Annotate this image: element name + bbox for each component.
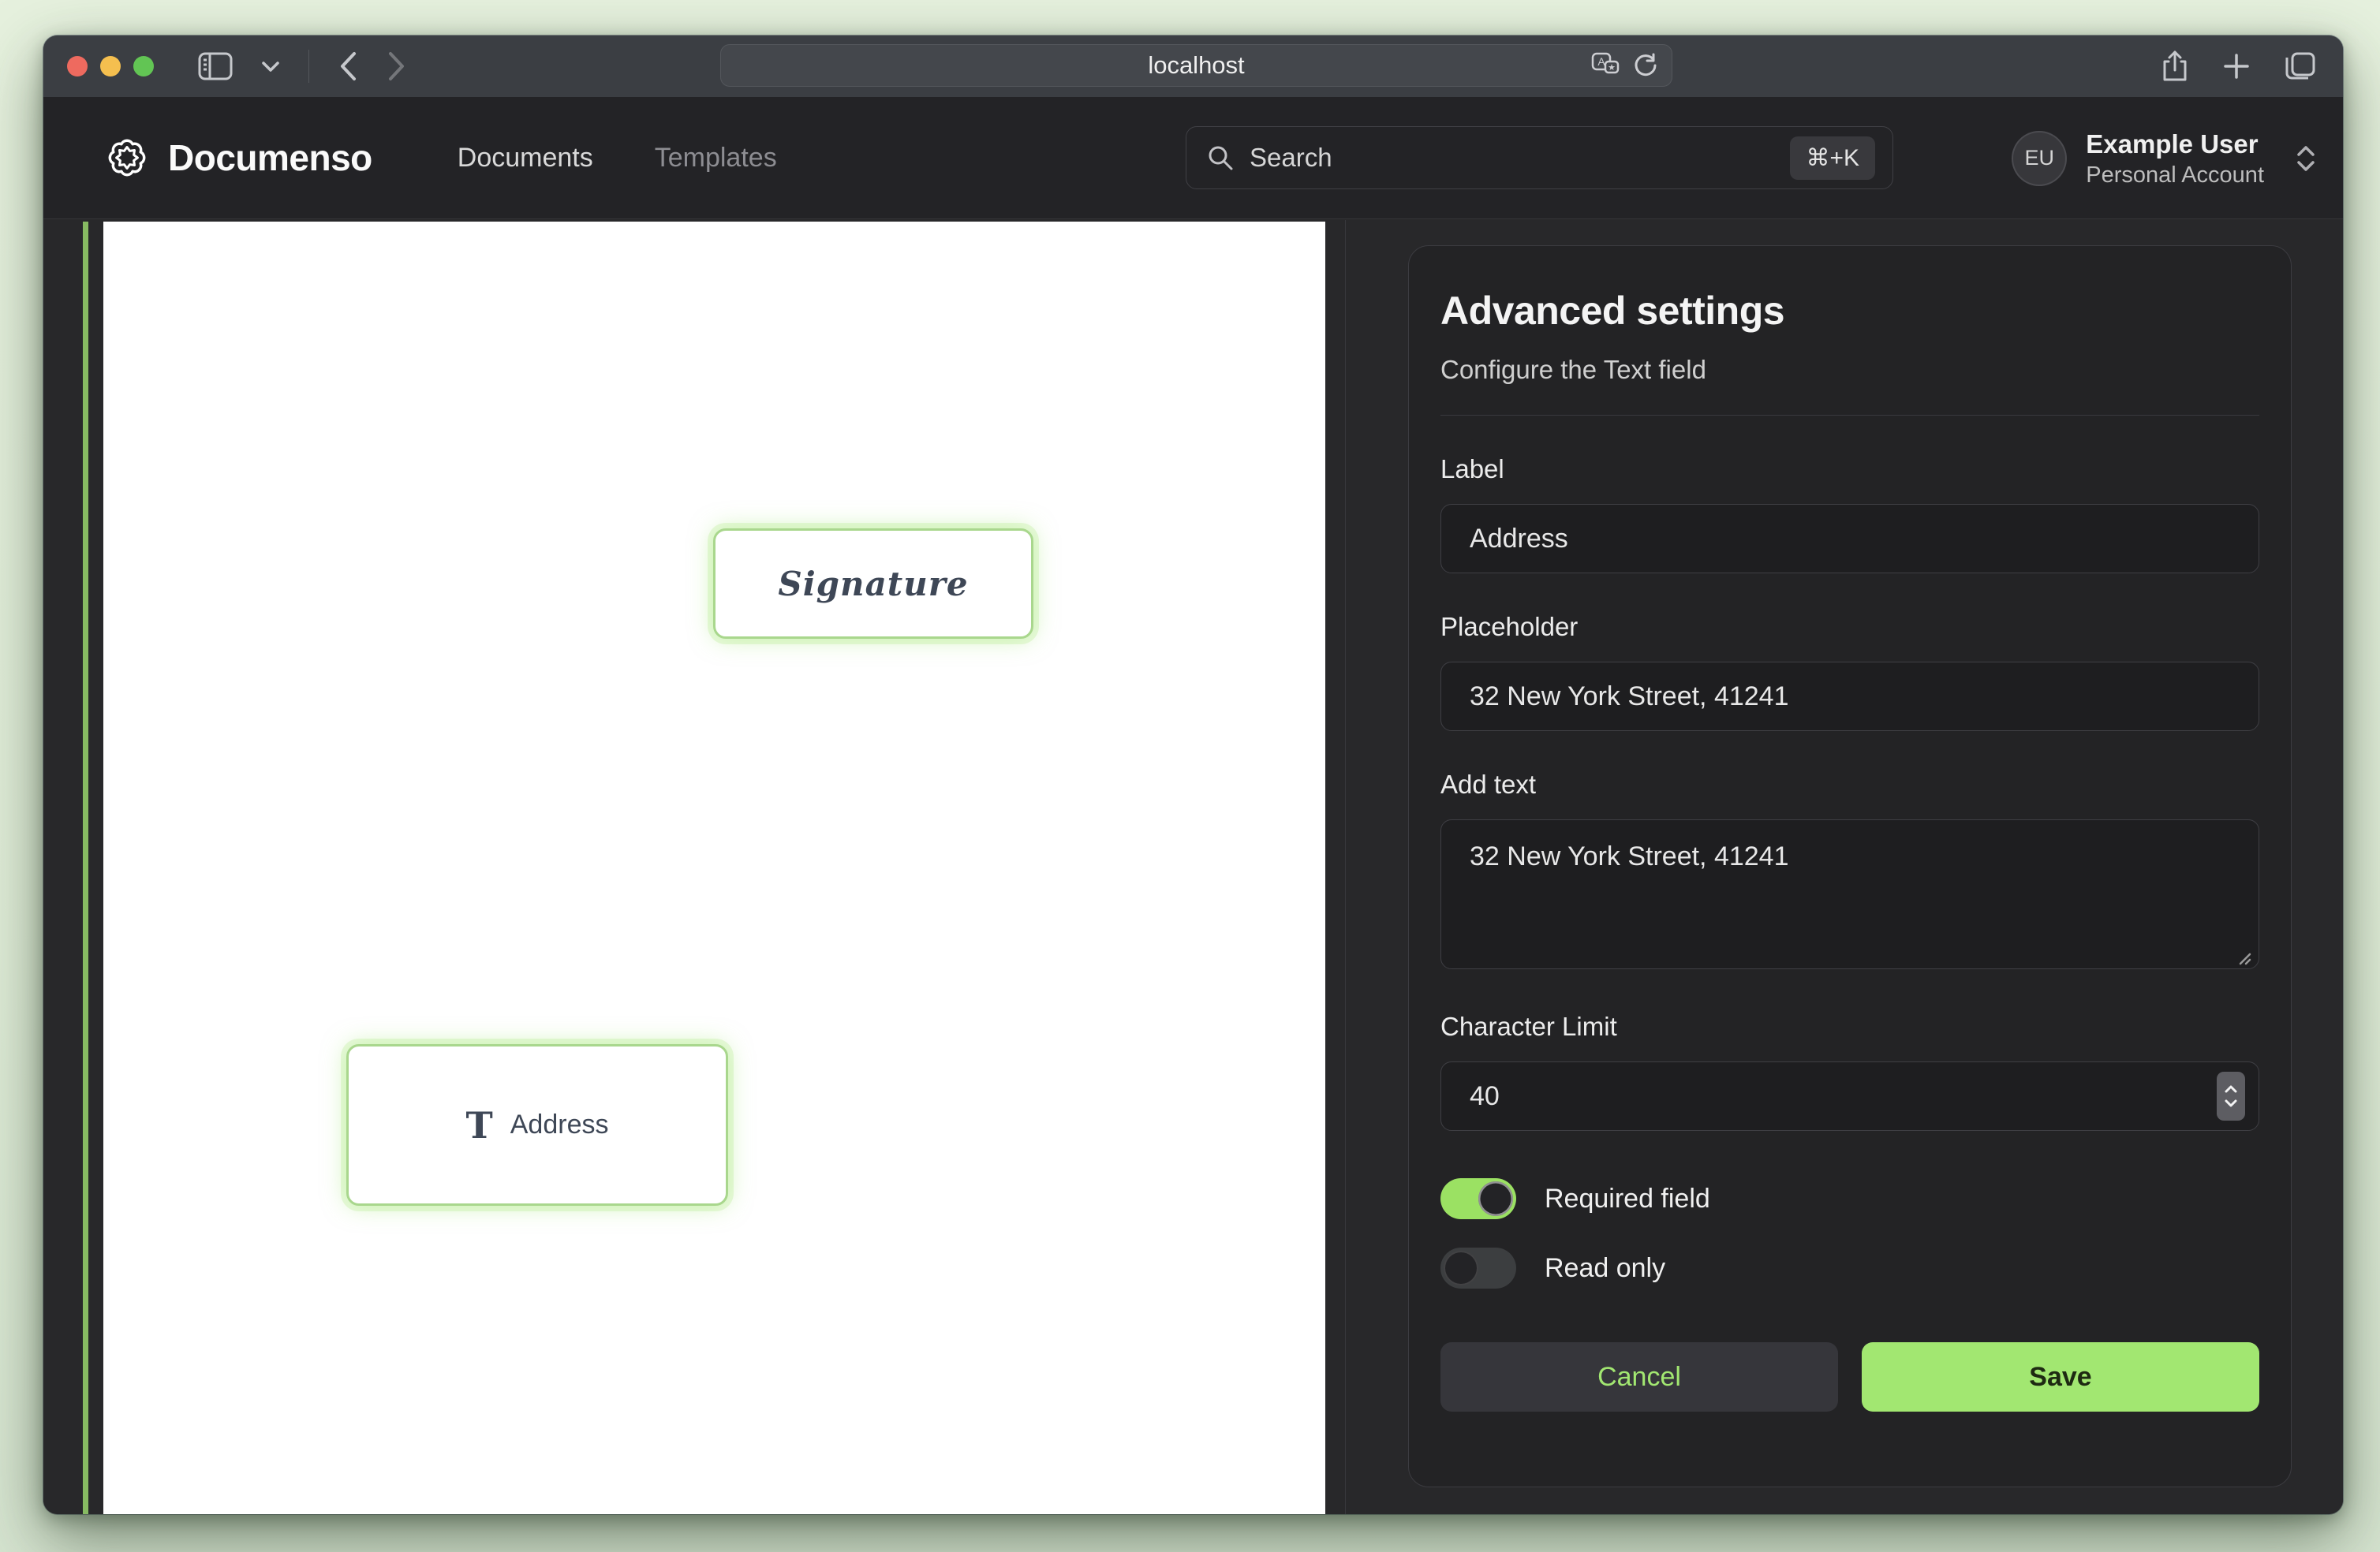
read-only-toggle[interactable] xyxy=(1440,1248,1516,1289)
svg-text:★: ★ xyxy=(1608,63,1616,73)
address-field-label: Address xyxy=(510,1110,609,1140)
app-header: Documenso Documents Templates ⌘+K EU Exa… xyxy=(43,97,2343,219)
chevron-down-icon[interactable] xyxy=(261,60,280,73)
browser-toolbar: localhost A ★ xyxy=(43,35,2343,97)
documenso-logo-icon xyxy=(105,136,149,180)
tab-overview-icon[interactable] xyxy=(2285,51,2316,81)
search-icon xyxy=(1207,144,1234,171)
keyboard-shortcut-badge: ⌘+K xyxy=(1790,136,1875,180)
documenso-app: Documenso Documents Templates ⌘+K EU Exa… xyxy=(43,97,2343,1514)
address-bar[interactable]: localhost A ★ xyxy=(720,44,1672,87)
panel-divider-line xyxy=(1440,415,2259,416)
add-text-field-label: Add text xyxy=(1440,769,2259,800)
nav-item-documents[interactable]: Documents xyxy=(458,143,593,173)
panel-subtitle: Configure the Text field xyxy=(1440,353,2259,386)
chevron-updown-icon xyxy=(2294,144,2318,173)
character-limit-input[interactable] xyxy=(1440,1061,2259,1131)
new-tab-icon[interactable] xyxy=(2223,53,2250,80)
sidebar-toggle-icon[interactable] xyxy=(198,52,233,80)
search-bar[interactable]: ⌘+K xyxy=(1186,126,1893,189)
forward-button[interactable] xyxy=(387,50,407,82)
placeholder-field-label: Placeholder xyxy=(1440,611,2259,643)
read-only-row: Read only xyxy=(1440,1248,2259,1289)
number-stepper[interactable] xyxy=(2217,1072,2245,1121)
toggle-knob xyxy=(1444,1251,1478,1285)
label-field-label: Label xyxy=(1440,453,2259,485)
browser-window: localhost A ★ xyxy=(43,35,2343,1514)
close-window-button[interactable] xyxy=(67,56,88,76)
required-field-row: Required field xyxy=(1440,1178,2259,1219)
save-button[interactable]: Save xyxy=(1862,1342,2259,1412)
share-icon[interactable] xyxy=(2161,50,2188,83)
user-menu[interactable]: EU Example User Personal Account xyxy=(2013,97,2318,219)
avatar: EU xyxy=(2013,132,2065,185)
add-text-textarea[interactable]: 32 New York Street, 41241 xyxy=(1440,819,2259,969)
documenso-logo[interactable]: Documenso xyxy=(105,136,372,180)
label-input[interactable] xyxy=(1440,504,2259,573)
text-field-icon: T xyxy=(466,1107,493,1143)
page-indicator-line xyxy=(83,222,88,1514)
user-name: Example User xyxy=(2086,128,2264,161)
cancel-button[interactable]: Cancel xyxy=(1440,1342,1838,1412)
address-text-field[interactable]: T Address xyxy=(346,1044,728,1206)
main-content: Signature T Address Advanced settings Co… xyxy=(43,220,2343,1514)
address-bar-url: localhost xyxy=(1148,51,1244,80)
search-input[interactable] xyxy=(1250,143,1774,173)
placeholder-input[interactable] xyxy=(1440,662,2259,731)
translate-icon[interactable]: A ★ xyxy=(1591,52,1621,79)
advanced-settings-panel: Advanced settings Configure the Text fie… xyxy=(1408,245,2292,1487)
reload-icon[interactable] xyxy=(1632,52,1659,79)
nav-item-templates[interactable]: Templates xyxy=(655,143,777,173)
toolbar-separator xyxy=(308,50,309,83)
resize-handle-icon[interactable] xyxy=(2234,948,2251,965)
zoom-window-button[interactable] xyxy=(133,56,154,76)
document-page: Signature T Address xyxy=(103,222,1325,1514)
signature-field[interactable]: Signature xyxy=(713,528,1033,639)
main-nav: Documents Templates xyxy=(458,143,777,173)
traffic-lights xyxy=(67,56,154,76)
back-button[interactable] xyxy=(338,50,358,82)
read-only-label: Read only xyxy=(1545,1253,1665,1284)
signature-field-label: Signature xyxy=(778,565,968,603)
character-limit-field-label: Character Limit xyxy=(1440,1011,2259,1043)
toggle-knob xyxy=(1478,1181,1513,1216)
sidebar-divider xyxy=(1345,220,1346,1514)
logo-wordmark: Documenso xyxy=(168,136,372,179)
minimize-window-button[interactable] xyxy=(100,56,121,76)
required-field-toggle[interactable] xyxy=(1440,1178,1516,1219)
required-field-label: Required field xyxy=(1545,1184,1710,1214)
panel-title: Advanced settings xyxy=(1440,287,2259,334)
user-account-type: Personal Account xyxy=(2086,161,2264,189)
